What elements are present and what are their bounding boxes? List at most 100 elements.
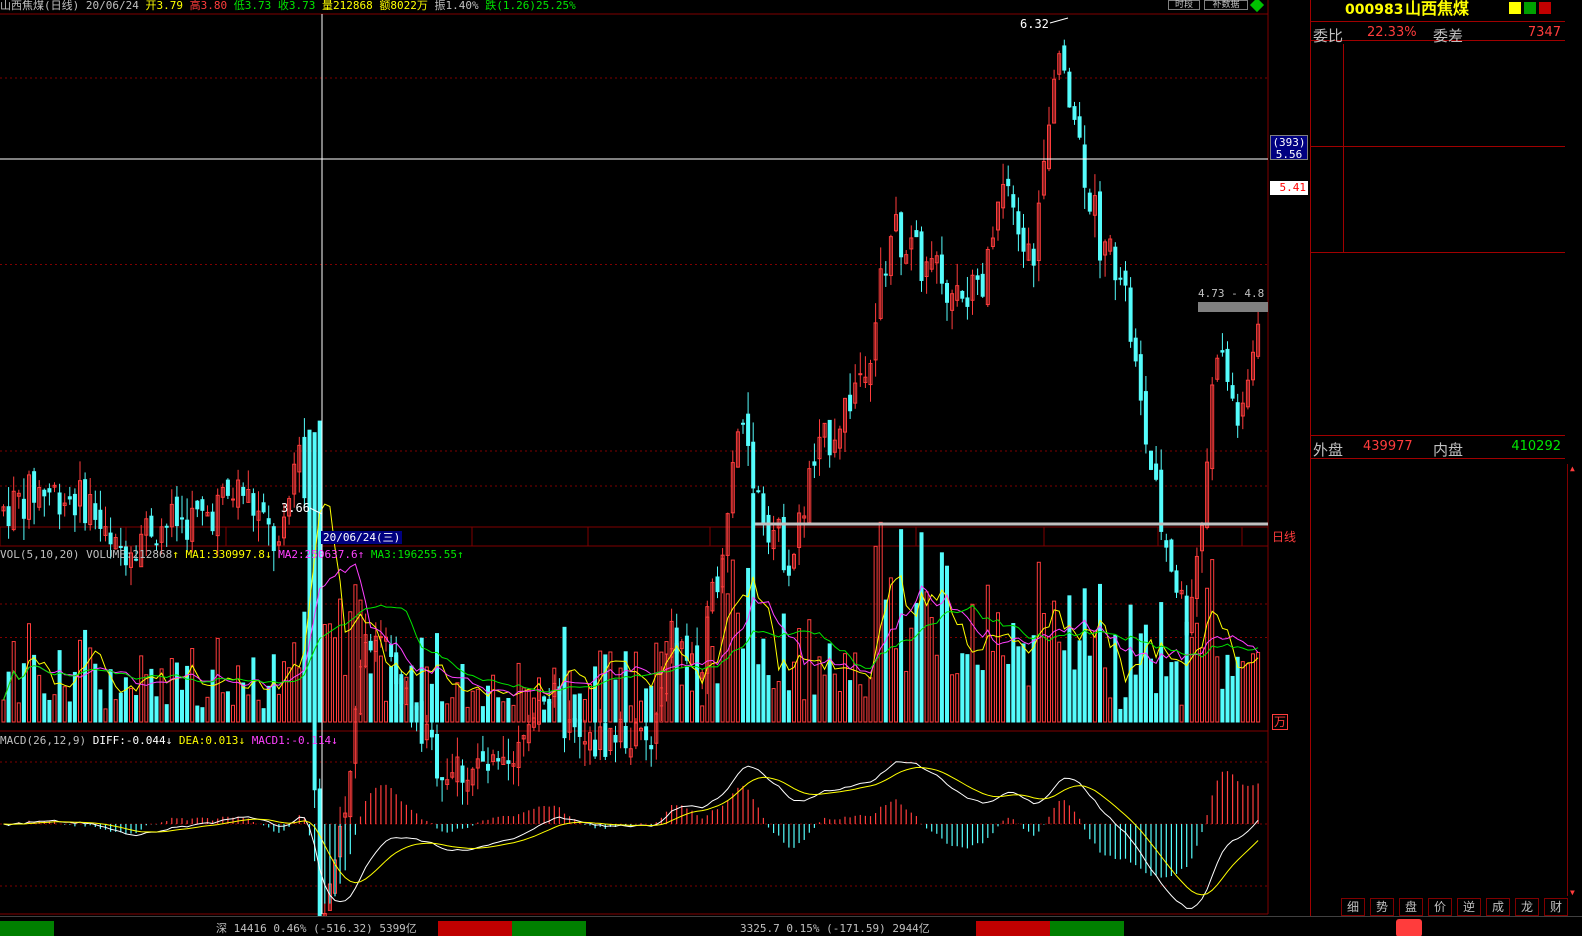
- candle-body: [72, 493, 77, 516]
- quote-tab[interactable]: 盘: [1399, 898, 1423, 916]
- volume-bar: [654, 642, 659, 723]
- period-label[interactable]: 日线: [1272, 531, 1296, 543]
- candle-body: [1118, 277, 1123, 280]
- stat-row: [1311, 355, 1565, 375]
- sogou-ime-icon[interactable]: [1396, 919, 1422, 936]
- volume-bar: [435, 633, 439, 723]
- stat-row: [1311, 295, 1565, 315]
- candle-body: [200, 499, 205, 511]
- volume-bar: [98, 689, 103, 723]
- candle-body: [241, 486, 246, 496]
- volume-bar: [103, 708, 108, 723]
- bid-row: [1311, 191, 1565, 211]
- status-block-green-2: [1050, 921, 1124, 936]
- candle-body: [480, 751, 485, 762]
- volume-bar: [271, 654, 276, 723]
- volume-bar: [47, 699, 52, 723]
- volume-bar: [338, 598, 343, 723]
- news-icon[interactable]: [1539, 2, 1551, 14]
- volume-bar: [945, 565, 949, 723]
- candle-body: [1062, 45, 1067, 71]
- candle-body: [98, 509, 103, 529]
- volume-bar: [389, 666, 394, 723]
- tick-row: [1311, 729, 1565, 748]
- tick-row: [1311, 482, 1565, 501]
- volume-bar: [593, 666, 598, 723]
- ask-row: [1311, 44, 1565, 64]
- volume-bar: [1164, 676, 1169, 723]
- volume-bar: [919, 532, 924, 723]
- ask-row: [1311, 124, 1565, 144]
- quote-tab[interactable]: 财: [1544, 898, 1568, 916]
- inner-value: 410292: [1511, 439, 1561, 454]
- crosshair-price-box: (393) 5.56: [1270, 135, 1308, 161]
- quote-tab[interactable]: 龙: [1515, 898, 1539, 916]
- candle-body: [848, 394, 853, 412]
- volume-bar: [276, 693, 281, 723]
- volume-bar: [455, 682, 460, 723]
- tick-scrollbar[interactable]: ▲ ▼: [1567, 464, 1579, 897]
- volume-bar: [424, 666, 429, 723]
- stat-row: [1311, 395, 1565, 415]
- weibi-row: 委比 22.33% 委差 7347: [1311, 21, 1565, 45]
- candle-body: [746, 413, 751, 446]
- volume-bar: [470, 690, 475, 723]
- volume-bar: [562, 626, 567, 723]
- macd-legend-macd: MACD1:-0.114: [251, 734, 332, 747]
- candle-body: [1169, 539, 1174, 572]
- volume-bar: [1143, 624, 1148, 723]
- candle-body: [57, 492, 62, 515]
- kline-chart[interactable]: [0, 0, 1310, 916]
- candle-body: [1230, 385, 1235, 399]
- quote-tab[interactable]: 价: [1428, 898, 1452, 916]
- quote-tab[interactable]: 细: [1341, 898, 1365, 916]
- bid-row: [1311, 231, 1565, 251]
- volume-bar: [985, 584, 990, 723]
- volume-bar: [588, 684, 592, 723]
- volume-bar: [6, 671, 11, 723]
- candle-body: [603, 723, 608, 757]
- volume-bar: [384, 700, 388, 723]
- volume-bar: [1128, 604, 1133, 723]
- volume-bar: [1016, 646, 1021, 723]
- candle-body: [251, 493, 256, 516]
- volume-bar: [603, 654, 608, 723]
- volume-bar: [1036, 561, 1041, 723]
- volume-bar: [894, 648, 898, 723]
- tick-row: [1311, 862, 1565, 881]
- chart-icon[interactable]: [1524, 2, 1536, 14]
- volume-bar: [429, 683, 434, 723]
- quote-tab[interactable]: 势: [1370, 898, 1394, 916]
- volume-bar: [751, 493, 756, 723]
- volume-bar: [195, 705, 200, 723]
- quote-tab[interactable]: 成: [1486, 898, 1510, 916]
- volume-bar: [256, 699, 261, 723]
- volume-bar: [909, 627, 914, 723]
- candle-body: [368, 640, 373, 651]
- quote-tab[interactable]: 逆: [1457, 898, 1481, 916]
- stat-row: [1311, 275, 1565, 295]
- volume-bar: [1, 699, 6, 723]
- volume-bar: [414, 702, 419, 723]
- volume-bar: [42, 693, 47, 723]
- volume-bar: [164, 704, 169, 723]
- volume-bar: [1169, 662, 1174, 723]
- info-icon[interactable]: [1509, 2, 1521, 14]
- tick-row: [1311, 577, 1565, 596]
- volume-bar: [771, 688, 776, 723]
- candle-body: [302, 436, 307, 499]
- volume-bar: [1179, 704, 1184, 723]
- candle-body: [1128, 287, 1133, 342]
- candle-body: [460, 765, 465, 783]
- candle-body: [919, 231, 924, 281]
- volume-bar: [1123, 697, 1128, 723]
- candle-body: [945, 283, 949, 303]
- scroll-down-icon[interactable]: ▼: [1570, 888, 1578, 897]
- volume-bar: [904, 670, 909, 723]
- volume-bar: [1240, 661, 1245, 723]
- scroll-up-icon[interactable]: ▲: [1570, 464, 1578, 473]
- volume-bar: [868, 677, 873, 723]
- candle-body: [164, 525, 169, 528]
- tick-row: [1311, 748, 1565, 767]
- volume-bar: [1052, 600, 1057, 723]
